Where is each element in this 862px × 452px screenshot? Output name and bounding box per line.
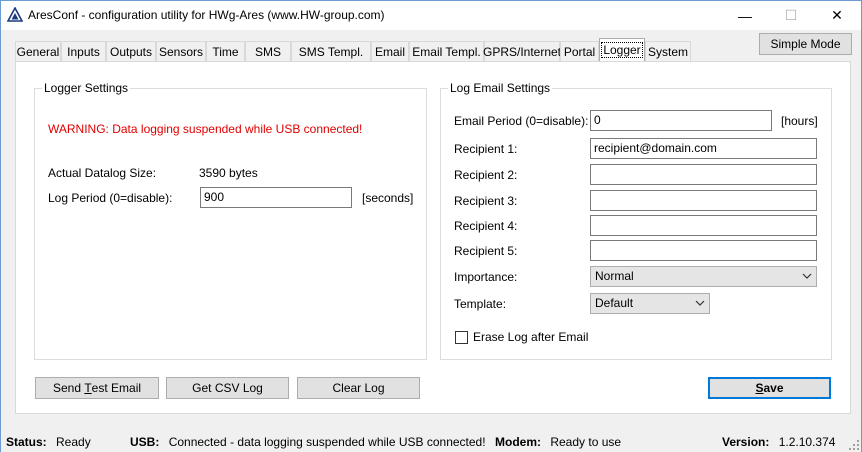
get-csv-log-button[interactable]: Get CSV Log (166, 377, 289, 399)
usb-value: Connected - data logging suspended while… (168, 435, 486, 449)
logger-settings-group: Logger Settings WARNING: Data logging su… (34, 81, 427, 360)
ares-triangle-icon (7, 7, 23, 22)
template-label: Template: (454, 297, 507, 311)
tab-time[interactable]: Time (206, 41, 245, 61)
recipient-4-input[interactable] (590, 215, 817, 236)
chevron-down-icon (695, 300, 705, 306)
email-period-input[interactable]: 0 (590, 110, 772, 131)
status-bar: Status: Ready USB: Connected - data logg… (1, 430, 861, 452)
tab-sms[interactable]: SMS (245, 41, 291, 61)
recipient-5-input[interactable] (590, 240, 817, 261)
log-period-label: Log Period (0=disable): (48, 191, 173, 205)
version-value: 1.2.10.374 (778, 435, 836, 449)
recipient-1-input[interactable]: recipient@domain.com (590, 138, 817, 159)
tab-gprs-internet[interactable]: GPRS/Internet (483, 41, 561, 61)
tab-system[interactable]: System (645, 41, 691, 61)
modem-value: Ready to use (550, 435, 622, 449)
usb-warning-text: WARNING: Data logging suspended while US… (48, 122, 363, 136)
recipient-5-label: Recipient 5: (454, 244, 518, 258)
modem-field: Modem: Ready to use (495, 435, 621, 449)
title-bar[interactable]: AresConf - configuration utility for HWg… (1, 1, 861, 30)
resize-grip-icon[interactable] (849, 440, 859, 450)
maximize-button[interactable]: ☐ (768, 1, 814, 30)
recipient-4-label: Recipient 4: (454, 219, 518, 233)
app-window: AresConf - configuration utility for HWg… (0, 0, 862, 452)
log-period-input[interactable]: 900 (200, 187, 352, 208)
tab-sms-templ[interactable]: SMS Templ. (291, 41, 371, 61)
recipient-3-label: Recipient 3: (454, 194, 518, 208)
tab-email[interactable]: Email (371, 41, 409, 61)
recipient-3-input[interactable] (590, 190, 817, 211)
save-button[interactable]: Save (708, 377, 831, 399)
minimize-button[interactable]: — (722, 1, 768, 30)
tab-portal[interactable]: Portal (560, 41, 599, 61)
recipient-1-label: Recipient 1: (454, 142, 518, 156)
template-select[interactable]: Default (590, 293, 710, 314)
log-email-settings-title: Log Email Settings (448, 81, 553, 95)
tab-email-templ[interactable]: Email Templ. (409, 41, 484, 61)
email-period-unit: [hours] (781, 114, 818, 128)
datalog-size-label: Actual Datalog Size: (48, 166, 157, 180)
importance-value: Normal (595, 269, 634, 283)
log-period-unit: [seconds] (362, 191, 414, 205)
tab-outputs[interactable]: Outputs (106, 41, 156, 61)
importance-select[interactable]: Normal (590, 266, 817, 287)
recipient-2-input[interactable] (590, 164, 817, 185)
tab-sensors[interactable]: Sensors (156, 41, 206, 61)
version-label: Version: (722, 435, 770, 449)
usb-label: USB: (130, 435, 160, 449)
usb-field: USB: Connected - data logging suspended … (130, 435, 486, 449)
modem-label: Modem: (495, 435, 541, 449)
tab-logger[interactable]: Logger (599, 38, 645, 61)
template-value: Default (595, 296, 634, 310)
status-label: Status: (6, 435, 47, 449)
erase-log-checkbox[interactable] (455, 331, 468, 344)
tab-general[interactable]: General (15, 41, 61, 61)
log-email-settings-group: Log Email Settings Email Period (0=disab… (440, 81, 832, 360)
chevron-down-icon (802, 273, 812, 279)
logger-tab-page: Logger Settings WARNING: Data logging su… (15, 61, 851, 414)
logger-settings-title: Logger Settings (42, 81, 131, 95)
email-period-label: Email Period (0=disable): (454, 114, 589, 128)
send-test-email-button[interactable]: Send Test Email (35, 377, 159, 399)
status-field: Status: Ready (6, 435, 91, 449)
importance-label: Importance: (454, 270, 518, 284)
version-field: Version: 1.2.10.374 (722, 435, 835, 449)
clear-log-button[interactable]: Clear Log (297, 377, 420, 399)
datalog-size-value: 3590 bytes (199, 166, 258, 180)
recipient-2-label: Recipient 2: (454, 168, 518, 182)
close-button[interactable]: ✕ (814, 1, 860, 30)
window-title: AresConf - configuration utility for HWg… (28, 8, 385, 22)
erase-log-label[interactable]: Erase Log after Email (473, 330, 588, 344)
status-value: Ready (56, 435, 91, 449)
tab-inputs[interactable]: Inputs (61, 41, 106, 61)
simple-mode-button[interactable]: Simple Mode (759, 33, 852, 55)
